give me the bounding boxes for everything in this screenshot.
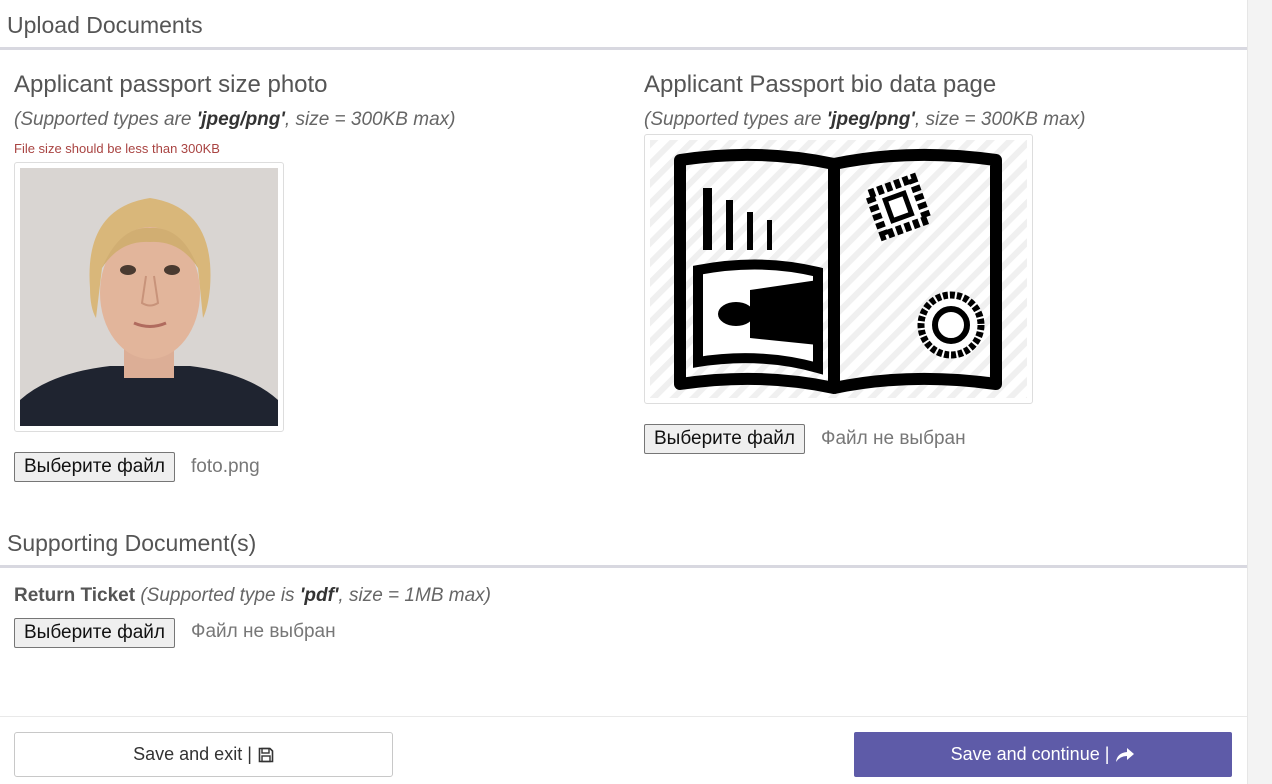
photo-choose-file-button[interactable]: Выберите файл — [14, 452, 175, 482]
footer-divider — [0, 716, 1247, 717]
bio-page-file-name: Файл не выбран — [821, 428, 966, 449]
save-and-continue-label: Save and continue | — [950, 744, 1110, 764]
return-ticket-file-name: Файл не выбран — [191, 621, 336, 642]
return-ticket-label: Return Ticket (Supported type is 'pdf', … — [14, 585, 491, 606]
bio-page-choose-file-button[interactable]: Выберите файл — [644, 424, 805, 454]
bio-page-preview — [644, 134, 1033, 404]
passport-book-icon — [650, 140, 1027, 398]
photo-preview — [14, 162, 284, 432]
floppy-disk-icon — [258, 747, 274, 762]
photo-size-error: File size should be less than 300KB — [14, 141, 220, 156]
photo-title: Applicant passport size photo — [14, 71, 328, 98]
bio-page-hint: (Supported types are 'jpeg/png', size = … — [644, 109, 1086, 130]
section-divider — [0, 47, 1247, 50]
save-and-exit-label: Save and exit | — [133, 744, 252, 764]
share-arrow-icon — [1116, 747, 1135, 762]
applicant-photo-image — [20, 168, 278, 426]
photo-hint: (Supported types are 'jpeg/png', size = … — [14, 109, 456, 130]
save-and-continue-button[interactable]: Save and continue | — [854, 732, 1232, 777]
save-and-exit-button[interactable]: Save and exit | — [14, 732, 393, 777]
scrollbar-track[interactable] — [1247, 0, 1272, 784]
section-divider — [0, 565, 1247, 568]
upload-documents-page: Upload Documents Applicant passport size… — [0, 0, 1272, 784]
photo-file-name: foto.png — [191, 456, 260, 477]
upload-section-title: Upload Documents — [7, 12, 203, 38]
supporting-section-title: Supporting Document(s) — [7, 530, 257, 556]
return-ticket-choose-file-button[interactable]: Выберите файл — [14, 618, 175, 648]
bio-page-title: Applicant Passport bio data page — [644, 71, 997, 98]
